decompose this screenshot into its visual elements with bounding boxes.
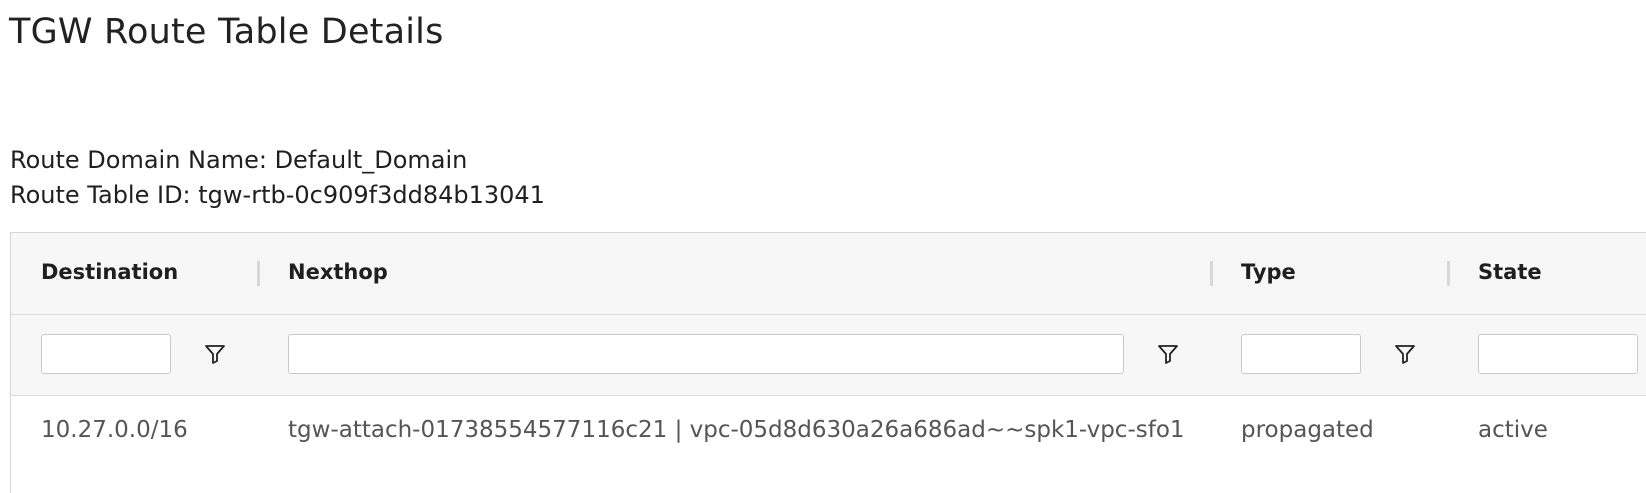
column-header-nexthop[interactable]: Nexthop [288,260,388,284]
column-header-state[interactable]: State [1478,260,1542,284]
column-resize-handle[interactable] [1447,261,1450,286]
funnel-icon[interactable] [203,342,227,366]
column-resize-handle[interactable] [257,261,260,286]
table-row[interactable]: 10.27.0.0/16 tgw-attach-01738554577116c2… [11,396,1646,476]
nexthop-filter-input[interactable] [288,334,1124,374]
state-filter-input[interactable] [1478,334,1638,374]
funnel-icon[interactable] [1156,342,1180,366]
column-header-destination[interactable]: Destination [41,260,178,284]
page-title: TGW Route Table Details [9,12,444,52]
route-domain-name: Route Domain Name: Default_Domain [10,146,468,174]
route-table-id: Route Table ID: tgw-rtb-0c909f3dd84b1304… [10,181,545,209]
table-header-row: Destination Nexthop Type State [11,233,1646,315]
cell-type: propagated [1241,417,1374,443]
route-table-grid: Destination Nexthop Type State 10.27.0.0… [10,232,1646,493]
column-resize-handle[interactable] [1210,261,1213,286]
type-filter-input[interactable] [1241,334,1361,374]
cell-destination: 10.27.0.0/16 [41,417,188,443]
funnel-icon[interactable] [1393,342,1417,366]
cell-nexthop: tgw-attach-01738554577116c21 | vpc-05d8d… [288,417,1185,443]
destination-filter-input[interactable] [41,334,171,374]
column-header-type[interactable]: Type [1241,260,1296,284]
cell-state: active [1478,417,1548,443]
table-filter-row [11,315,1646,396]
